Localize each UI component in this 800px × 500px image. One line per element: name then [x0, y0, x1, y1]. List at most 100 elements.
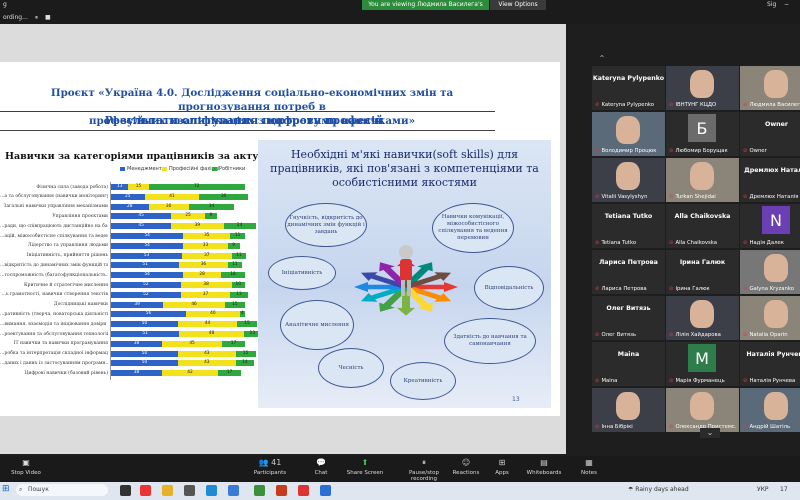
bar-value-label: 72 [194, 184, 200, 189]
participant-tile[interactable]: ⊘ Vitalii Vasylyshyn [592, 158, 665, 202]
participant-display-name: Maina [617, 351, 640, 358]
bar-segment: 18 [220, 272, 245, 279]
participant-tile[interactable]: Alla Chaikovska ⊘ Alla Chaikovska [666, 204, 739, 248]
bar-value-label: 15 [242, 350, 249, 356]
share-screen-button[interactable]: ⬆ Share Screen [339, 458, 391, 476]
participant-tile[interactable]: Owner ⊘ Owner [740, 112, 800, 156]
participant-tile[interactable]: Kateryna Pylypenko ⊘ Kateryna Pylypenko [592, 66, 665, 110]
bar-value-label: 14 [242, 360, 248, 366]
participant-tile[interactable]: Maina ⊘ Maina [592, 342, 665, 386]
control-label: Apps [495, 470, 509, 476]
bar-value-label: 53 [143, 252, 150, 258]
mic-muted-icon: ⊘ [669, 332, 674, 338]
windows-start-icon[interactable]: ⊞ [2, 484, 13, 495]
category-label: Цифрові навички (базовий рівень) [24, 370, 108, 376]
chart-axis [110, 182, 111, 380]
bar-segment: 37 [182, 252, 232, 259]
sign-label: Sig [767, 1, 777, 8]
bar-value-label: 36 [220, 193, 227, 199]
minimize-icon[interactable]: − [784, 0, 789, 10]
participant-tile[interactable]: ⊘ Людмила Василега [740, 66, 800, 110]
category-label: ...робка та інтерпретація складної інфор… [0, 351, 108, 357]
mic-muted-icon: ⊘ [743, 378, 748, 384]
participant-tile[interactable]: ⊘ Олександр Пристемс... [666, 388, 739, 432]
mic-muted-icon: ⊘ [743, 102, 748, 108]
bar-value-label: 43 [204, 350, 210, 356]
participant-tile[interactable]: Олег Витязь ⊘ Олег Витязь [592, 296, 665, 340]
bar-value-label: 35 [204, 233, 210, 238]
mail-icon[interactable] [228, 485, 239, 496]
participant-display-name: Ірина Галюк [679, 259, 726, 266]
bar-value-label: 45 [189, 340, 195, 346]
mic-muted-icon: ⊘ [669, 378, 674, 384]
participant-tile[interactable]: Лариса Петрова ⊘ Лариса Петрова [592, 250, 665, 294]
participant-tile[interactable]: Б ⊘ Любомир Борущак [666, 112, 739, 156]
bar-value-label: 54 [144, 242, 150, 248]
pause-icon[interactable]: ⏸ [35, 13, 38, 23]
category-label: ІТ навички та навички програмування [13, 341, 108, 347]
recording-label: ording... [3, 14, 28, 21]
stop-icon[interactable]: ■ [45, 13, 51, 23]
bar-segment: 46 [163, 301, 225, 308]
scroll-up-icon[interactable]: ⌃ [592, 54, 612, 64]
camera-icon[interactable] [184, 485, 195, 496]
weather-text[interactable]: ☂ Rainy days ahead [628, 486, 689, 493]
control-label: Share Screen [346, 470, 384, 476]
participant-label: ⊘ Owner [743, 148, 767, 154]
bar-value-label: 39 [134, 301, 140, 307]
notes-button[interactable]: ▦ Notes [563, 458, 615, 476]
participant-tile[interactable]: ⊘ ІВНТУНГ КЦДО [666, 66, 739, 110]
video-off-button[interactable]: ▣ Stop Video [0, 458, 52, 476]
zoom-icon[interactable] [320, 485, 331, 496]
participant-label: ⊘ Людмила Василега [743, 102, 800, 108]
taskbar-search-box[interactable]: ⌕ Пошук [16, 484, 108, 496]
edge-icon[interactable] [206, 485, 217, 496]
bar-segment: 36 [179, 262, 228, 269]
participant-tile[interactable]: Дремлюх Наталія ⊘Дремлюх Наталія [740, 158, 800, 202]
bar-value-label: 38 [133, 340, 140, 346]
bar-segment: 15 [236, 321, 258, 328]
participant-label: ⊘ Наталія Рунчева [743, 378, 796, 384]
mic-muted-icon: ⊘ [669, 194, 674, 200]
participant-tile[interactable]: ⊘ Natalia Oparin [740, 296, 800, 340]
participant-tile[interactable]: ⊘ Андрій Шатіль [740, 388, 800, 432]
task-view-icon[interactable] [120, 485, 131, 496]
participant-label: ⊘ Natalia Oparin [743, 332, 788, 338]
category-label: ...даних і даних із застосуванням програ… [0, 360, 108, 366]
view-options-button[interactable]: View Options [490, 0, 546, 10]
scroll-down-icon[interactable]: ⌄ [700, 428, 720, 438]
language-indicator[interactable]: УКР [757, 486, 769, 493]
participant-tile[interactable]: ⊘ Galyna Kryzanko [740, 250, 800, 294]
category-label: ...ради, що співпрацюють дистанційно на … [0, 223, 108, 229]
app-icon[interactable] [298, 485, 309, 496]
bar-value-label: 17 [230, 340, 237, 346]
participant-tile[interactable]: Наталія Рунчева ⊘Наталія Рунчева [740, 342, 800, 386]
bar-value-label: 50 [141, 321, 148, 327]
mic-muted-icon: ⊘ [669, 240, 674, 246]
excel-icon[interactable] [254, 485, 265, 496]
participant-tile[interactable]: ⊘ Володимир Процюк [592, 112, 665, 156]
participant-tile[interactable]: ⊘ Лілія Хайдарова [666, 296, 739, 340]
participant-tile[interactable]: ⊘ Turkan Shejidai [666, 158, 739, 202]
bar-segment: 37 [180, 291, 231, 298]
bar-segment: 45 [111, 223, 172, 230]
file-explorer-icon[interactable] [162, 485, 173, 496]
participant-tile[interactable]: M ⊘ Марія Фурманець [666, 342, 739, 386]
participant-label: ⊘ Лариса Петрова [595, 286, 647, 292]
participant-tile[interactable]: Tetiana Tutko ⊘ Tetiana Tutko [592, 204, 665, 248]
chrome-icon[interactable] [140, 485, 151, 496]
participant-tile[interactable]: ⊘ Інна Бібрікі [592, 388, 665, 432]
control-label: Whiteboards [526, 470, 562, 476]
participant-label: ⊘ Дремлюх Наталія [743, 194, 799, 200]
bar-value-label: 34 [208, 203, 215, 209]
participants-button[interactable]: 👥 41 Participants [244, 458, 296, 476]
subtitle-divider [0, 130, 495, 131]
participant-tile[interactable]: N ⊘ Надія Далек [740, 204, 800, 248]
bar-value-label: 38 [203, 282, 209, 287]
word-icon[interactable] [276, 485, 287, 496]
bar-segment: 28 [183, 272, 221, 279]
mic-muted-icon: ⊘ [595, 148, 600, 154]
bar-value-label: 15 [232, 301, 238, 307]
bar-value-label: 11 [236, 252, 242, 258]
participant-tile[interactable]: Ірина Галюк ⊘ Ірина Галюк [666, 250, 739, 294]
